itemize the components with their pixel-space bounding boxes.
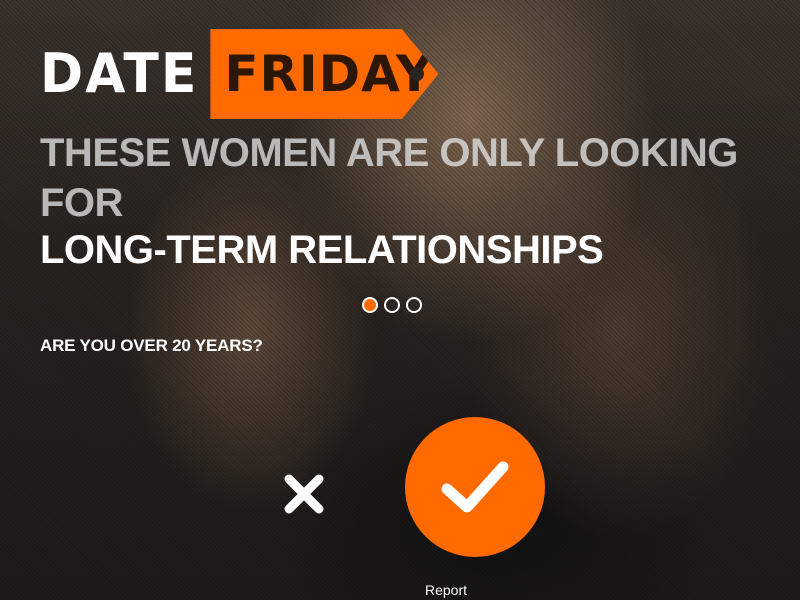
step-dot-3 [406,297,422,313]
no-button[interactable] [276,466,332,522]
yes-button[interactable] [405,417,545,557]
headline-line1: THESE WOMEN ARE ONLY LOOKING FOR [40,131,738,225]
close-icon [284,474,324,514]
logo-tag: FRIDAY [210,29,439,119]
report-link[interactable]: Report [425,582,467,598]
logo-word-friday: FRIDAY [224,45,434,103]
headline-line2: LONG-TERM RELATIONSHIPS [40,228,604,272]
step-indicator [362,297,422,313]
question-text: ARE YOU OVER 20 YEARS? [40,336,263,355]
checkmark-icon [441,461,509,513]
step-dot-2 [384,297,400,313]
logo-word-date: DATE [40,42,199,106]
logo: DATE FRIDAY [40,28,439,120]
step-dot-1 [362,297,378,313]
